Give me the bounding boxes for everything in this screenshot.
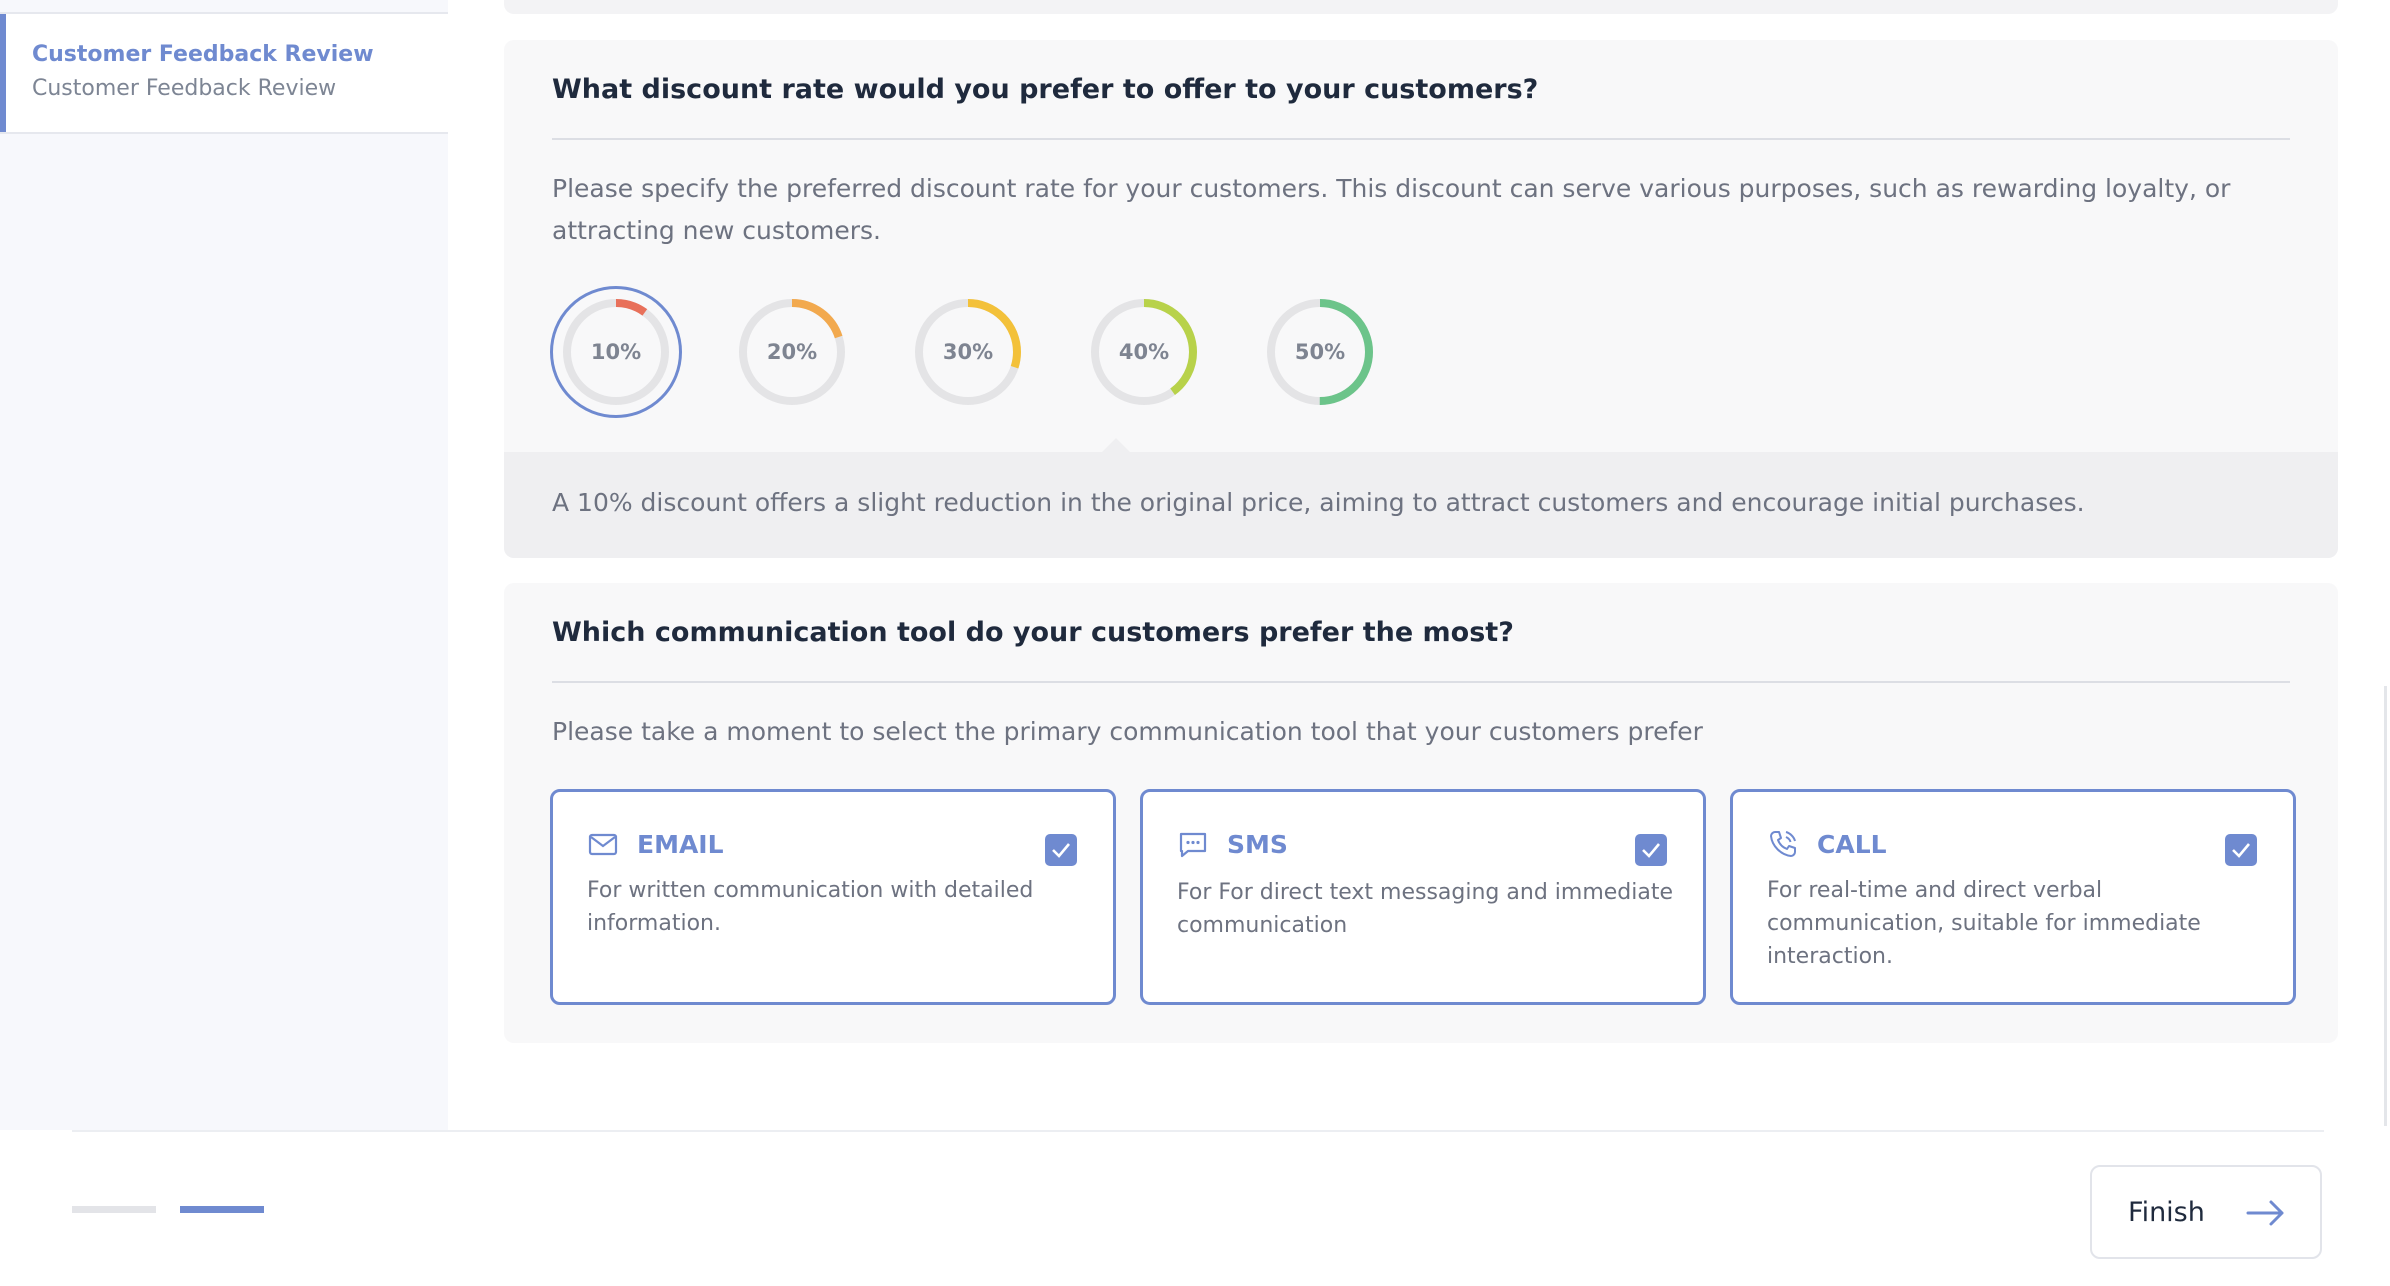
sidebar-item-customer-feedback-review[interactable]: Customer Feedback Review Customer Feedba… [0, 14, 448, 134]
sidebar: Customer Feedback Review Customer Feedba… [0, 0, 448, 1130]
discount-option-40[interactable]: 40% [1080, 288, 1208, 416]
footer-divider [72, 1130, 2324, 1132]
tool-description-email: For written communication with detailed … [587, 878, 1034, 936]
info-pointer [1102, 438, 1130, 452]
envelope-icon [588, 833, 618, 856]
sms-checkbox[interactable] [1635, 834, 1667, 866]
discount-option-30[interactable]: 30% [904, 288, 1032, 416]
communication-question-description: Please take a moment to select the prima… [552, 717, 1703, 746]
finish-button[interactable]: Finish [2090, 1165, 2322, 1259]
email-checkbox[interactable] [1045, 834, 1077, 866]
step-indicator-1 [72, 1206, 156, 1213]
communication-question-divider [552, 681, 2290, 683]
call-checkbox[interactable] [2225, 834, 2257, 866]
chat-icon [1179, 832, 1207, 858]
tool-card-email[interactable]: EMAIL For written communication with det… [550, 789, 1116, 1005]
discount-option-label: 40% [1118, 340, 1170, 364]
tool-name-call: CALL [1817, 830, 1887, 859]
discount-option-label: 50% [1294, 340, 1346, 364]
tool-name-sms: SMS [1227, 830, 1288, 859]
scrollbar[interactable] [2384, 686, 2387, 1126]
communication-question-card: Which communication tool do your custome… [504, 583, 2338, 1043]
discount-option-label: 10% [590, 340, 642, 364]
sidebar-active-indicator [0, 14, 6, 132]
discount-option-label: 30% [942, 340, 994, 364]
discount-question-description: Please specify the preferred discount ra… [552, 174, 2231, 245]
previous-question-card [504, 0, 2338, 14]
checkmark-icon [1052, 843, 1070, 858]
discount-info-box: A 10% discount offers a slight reduction… [504, 452, 2338, 558]
discount-question-divider [552, 138, 2290, 140]
discount-option-50[interactable]: 50% [1256, 288, 1384, 416]
tool-card-call[interactable]: CALL For real-time and direct verbal com… [1730, 789, 2296, 1005]
discount-info-text: A 10% discount offers a slight reduction… [552, 488, 2085, 517]
finish-button-label: Finish [2128, 1197, 2205, 1228]
tool-name-email: EMAIL [637, 830, 724, 859]
discount-question-card: What discount rate would you prefer to o… [504, 40, 2338, 558]
sidebar-item-subtitle: Customer Feedback Review [32, 76, 337, 101]
discount-option-10[interactable]: 10% [550, 286, 682, 418]
discount-option-label: 20% [766, 340, 818, 364]
tool-description-call: For real-time and direct verbal communic… [1767, 878, 2201, 969]
discount-question-title: What discount rate would you prefer to o… [552, 74, 1539, 105]
tool-card-sms[interactable]: SMS For For direct text messaging and im… [1140, 789, 1706, 1005]
checkmark-icon [1642, 843, 1660, 858]
discount-option-20[interactable]: 20% [728, 288, 856, 416]
arrow-right-icon [2246, 1200, 2284, 1226]
communication-question-title: Which communication tool do your custome… [552, 617, 1514, 648]
step-indicator-2 [180, 1206, 264, 1213]
tool-description-sms: For For direct text messaging and immedi… [1177, 880, 1673, 938]
sidebar-item-title: Customer Feedback Review [32, 42, 374, 67]
checkmark-icon [2232, 843, 2250, 858]
phone-icon [1770, 831, 1796, 857]
